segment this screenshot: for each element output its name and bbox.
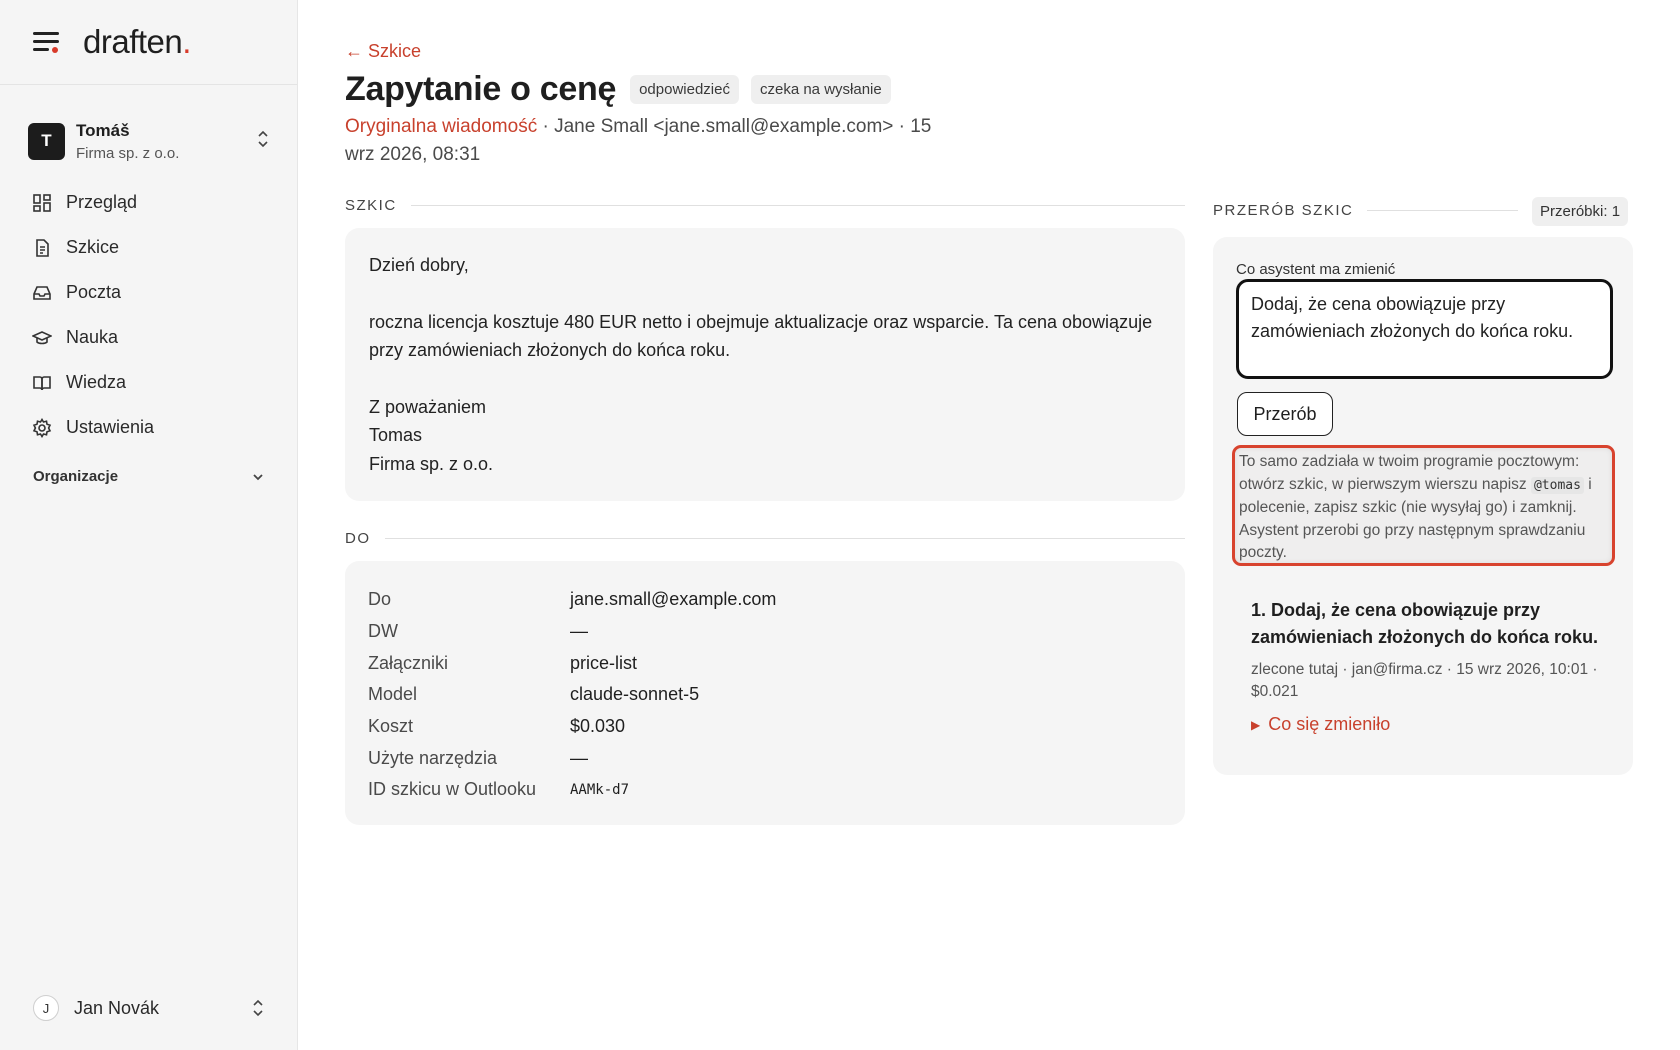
nav-item-settings[interactable]: Ustawienia: [22, 405, 272, 450]
detail-row: Koszt $0.030: [368, 716, 626, 737]
book-icon: [33, 375, 51, 390]
revision-count-badge: Przeróbki: 1: [1532, 197, 1629, 226]
chevron-updown-icon: [256, 128, 270, 150]
org-switcher[interactable]: T Tomáš Firma sp. z o.o.: [28, 116, 270, 166]
section-title: DO: [345, 530, 371, 547]
nav-label: Wiedza: [66, 372, 127, 392]
dashboard-icon: [33, 193, 51, 212]
to-section-header: DO: [345, 530, 1185, 547]
detail-row: Do jane.small@example.com: [368, 589, 777, 610]
sidebar: draften. T Tomáš Firma sp. z o.o. Przegl…: [0, 0, 298, 1050]
main-nav: Przegląd Szkice Poczta Nauka Wiedza Usta…: [22, 180, 272, 450]
draft-body: Dzień dobry, roczna licencja kosztuje 48…: [345, 228, 1185, 501]
draft-card: Dzień dobry, roczna licencja kosztuje 48…: [345, 228, 1185, 501]
brand-logo[interactable]: draften.: [83, 23, 191, 61]
nav-label: Przegląd: [66, 192, 138, 212]
org-avatar: T: [28, 122, 65, 160]
nav-item-learning[interactable]: Nauka: [22, 315, 272, 360]
revise-button[interactable]: Przerób: [1237, 392, 1333, 436]
what-changed-toggle[interactable]: ▶ Co się zmieniło: [1251, 714, 1611, 735]
inbox-icon: [33, 285, 51, 300]
graduation-cap-icon: [32, 330, 52, 344]
back-to-drafts-link[interactable]: ← Szkice: [345, 41, 421, 62]
user-name: Jan Novák: [74, 997, 160, 1018]
type-badge: odpowiedzieć: [630, 75, 739, 104]
draft-section-header: SZKIC: [345, 197, 1185, 214]
nav-label: Nauka: [66, 327, 119, 347]
revision-meta: zlecone tutaj · jan@firma.cz · 15 wrz 20…: [1251, 661, 1598, 700]
message-meta: Oryginalna wiadomość · Jane Small <jane.…: [345, 113, 965, 169]
nav-label: Ustawienia: [66, 417, 155, 437]
organizations-label: Organizacje: [33, 468, 119, 485]
triangle-right-icon: ▶: [1251, 717, 1261, 732]
draft-paragraph: roczna licencja kosztuje 480 EUR netto i…: [369, 311, 1153, 361]
org-user-name: Tomáš: [76, 120, 130, 140]
document-icon: [36, 238, 49, 257]
menu-icon[interactable]: [33, 32, 59, 53]
user-menu[interactable]: J Jan Novák: [33, 993, 265, 1023]
detail-row: Użyte narzędzia —: [368, 747, 588, 768]
detail-row: Załączniki price-list: [368, 652, 638, 673]
nav-item-mail[interactable]: Poczta: [22, 270, 272, 315]
draft-signature: Z poważaniem Tomas Firma sp. z o.o.: [369, 396, 494, 474]
nav-item-drafts[interactable]: Szkice: [22, 225, 272, 270]
detail-row: DW —: [368, 621, 588, 642]
original-message-link[interactable]: Oryginalna wiadomość: [345, 116, 537, 137]
nav-label: Poczta: [66, 282, 122, 302]
chevron-down-icon: [253, 473, 263, 480]
page-title: Zapytanie o cenę: [345, 70, 617, 108]
nav-item-overview[interactable]: Przegląd: [22, 180, 272, 225]
title-row: Zapytanie o cenę odpowiedzieć czeka na w…: [345, 70, 891, 109]
mail-client-hint: To samo zadziała w twoim programie poczt…: [1232, 445, 1615, 566]
gear-icon: [32, 417, 52, 438]
revision-history-item: 1. Dodaj, że cena obowiązuje przy zamówi…: [1251, 597, 1611, 735]
details-list: Do jane.small@example.com DW — Załączniki p…: [345, 561, 1185, 829]
brand-header: draften.: [0, 0, 297, 85]
nav-label: Szkice: [66, 237, 120, 257]
detail-row: ID szkicu w Outlooku AAMk-d7: [368, 779, 630, 800]
user-avatar: J: [33, 995, 59, 1021]
organizations-toggle[interactable]: Organizacje: [33, 468, 265, 485]
what-changed-label: Co się zmieniło: [1268, 714, 1391, 734]
detail-row: Model claude-sonnet-5: [368, 684, 700, 705]
org-company-name: Firma sp. z o.o.: [76, 144, 180, 162]
section-title: SZKIC: [345, 197, 397, 214]
draft-greeting: Dzień dobry,: [369, 255, 469, 275]
revise-field-label: Co asystent ma zmienić: [1236, 261, 1396, 278]
revision-title: 1. Dodaj, że cena obowiązuje przy zamówi…: [1251, 600, 1599, 647]
revise-section-header: PRZERÓB SZKIC: [1213, 202, 1518, 219]
mention-code: @tomas: [1530, 476, 1584, 494]
details-card: Do jane.small@example.com DW — Załączniki p…: [345, 561, 1185, 825]
section-title: PRZERÓB SZKIC: [1213, 202, 1354, 219]
chevron-updown-icon: [251, 997, 265, 1019]
status-badge: czeka na wysłanie: [750, 75, 891, 104]
nav-item-knowledge[interactable]: Wiedza: [22, 360, 272, 405]
revise-instruction-input[interactable]: Dodaj, że cena obowiązuje przy zamówieni…: [1236, 279, 1613, 379]
